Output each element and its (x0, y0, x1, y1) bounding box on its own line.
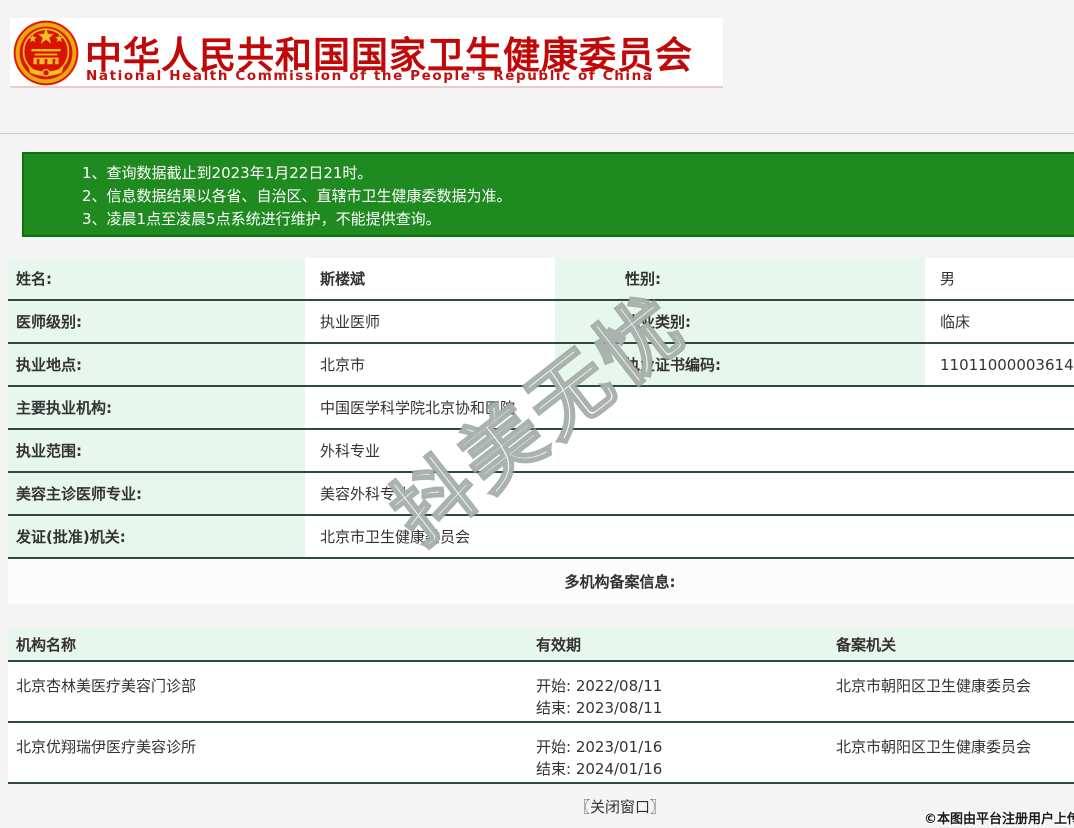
validity-end: 结束: 2024/01/16 (536, 758, 828, 780)
name-value: 斯楼斌 (305, 258, 555, 299)
national-emblem-icon (13, 20, 79, 86)
query-result-window: 中华人民共和国国家卫生健康委员会 National Health Commiss… (0, 0, 1074, 828)
table-row: 发证(批准)机关: 北京市卫生健康委员会 (8, 516, 1074, 559)
query-notice-box: 1、查询数据截止到2023年1月22日21时。 2、信息数据结果以各省、自治区、… (22, 152, 1074, 237)
gender-value: 男 (925, 258, 1074, 299)
validity-start: 开始: 2022/08/11 (536, 675, 828, 697)
validity-period: 开始: 2022/08/11 结束: 2023/08/11 (528, 662, 828, 721)
notice-line-2: 2、信息数据结果以各省、自治区、直辖市卫生健康委数据为准。 (82, 185, 1074, 208)
issuer-value: 北京市卫生健康委员会 (305, 516, 1074, 557)
category-value: 临床 (925, 301, 1074, 342)
record-authority: 北京市朝阳区卫生健康委员会 (828, 662, 1074, 721)
header-divider (0, 133, 1074, 134)
multi-institution-section-title: 多机构备案信息: (8, 559, 1074, 604)
main-org-label: 主要执业机构: (8, 387, 305, 428)
column-header-institution: 机构名称 (8, 628, 528, 660)
level-label: 医师级别: (8, 301, 305, 342)
validity-period: 开始: 2023/01/16 结束: 2024/01/16 (528, 723, 828, 782)
certificate-number-value: 110110000036142 (925, 344, 1074, 385)
table-row: 执业地点: 北京市 执业证书编码: 110110000036142 (8, 344, 1074, 387)
level-value: 执业医师 (305, 301, 555, 342)
location-value: 北京市 (305, 344, 555, 385)
cosmetic-specialty-label: 美容主诊医师专业: (8, 473, 305, 514)
record-authority: 北京市朝阳区卫生健康委员会 (828, 723, 1074, 782)
table-row: 姓名: 斯楼斌 性别: 男 (8, 258, 1074, 301)
main-org-value: 中国医学科学院北京协和医院 (305, 387, 1074, 428)
column-header-validity: 有效期 (528, 628, 828, 660)
institution-name: 北京杏林美医疗美容门诊部 (8, 662, 528, 721)
issuer-label: 发证(批准)机关: (8, 516, 305, 557)
notice-line-3: 3、凌晨1点至凌晨5点系统进行维护，不能提供查询。 (82, 208, 1074, 231)
upload-copyright-note: ©本图由平台注册用户上传 (924, 808, 1074, 827)
site-header: 中华人民共和国国家卫生健康委员会 National Health Commiss… (10, 18, 723, 88)
institutions-table-header: 机构名称 有效期 备案机关 (8, 628, 1074, 662)
name-label: 姓名: (8, 258, 305, 299)
cosmetic-specialty-value: 美容外科专业 (305, 473, 1074, 514)
doctor-info-table: 姓名: 斯楼斌 性别: 男 医师级别: 执业医师 执业类别: 临床 执业地点: … (8, 258, 1074, 559)
validity-start: 开始: 2023/01/16 (536, 736, 828, 758)
site-title-english: National Health Commission of the People… (86, 68, 721, 84)
page: 中华人民共和国国家卫生健康委员会 National Health Commiss… (0, 0, 1074, 828)
category-label: 执业类别: (555, 301, 925, 342)
table-row: 医师级别: 执业医师 执业类别: 临床 (8, 301, 1074, 344)
close-window-link[interactable]: 〖关闭窗口〗 (8, 796, 1074, 817)
table-row: 北京杏林美医疗美容门诊部 开始: 2022/08/11 结束: 2023/08/… (8, 662, 1074, 723)
column-header-authority: 备案机关 (828, 628, 1074, 660)
institutions-table: 机构名称 有效期 备案机关 北京杏林美医疗美容门诊部 开始: 2022/08/1… (8, 628, 1074, 784)
certificate-number-label: 执业证书编码: (555, 344, 925, 385)
table-row: 执业范围: 外科专业 (8, 430, 1074, 473)
scope-value: 外科专业 (305, 430, 1074, 471)
table-row: 美容主诊医师专业: 美容外科专业 (8, 473, 1074, 516)
table-row: 主要执业机构: 中国医学科学院北京协和医院 (8, 387, 1074, 430)
table-row: 北京优翔瑞伊医疗美容诊所 开始: 2023/01/16 结束: 2024/01/… (8, 723, 1074, 784)
scope-label: 执业范围: (8, 430, 305, 471)
institution-name: 北京优翔瑞伊医疗美容诊所 (8, 723, 528, 782)
notice-line-1: 1、查询数据截止到2023年1月22日21时。 (82, 162, 1074, 185)
location-label: 执业地点: (8, 344, 305, 385)
gender-label: 性别: (555, 258, 925, 299)
validity-end: 结束: 2023/08/11 (536, 697, 828, 719)
